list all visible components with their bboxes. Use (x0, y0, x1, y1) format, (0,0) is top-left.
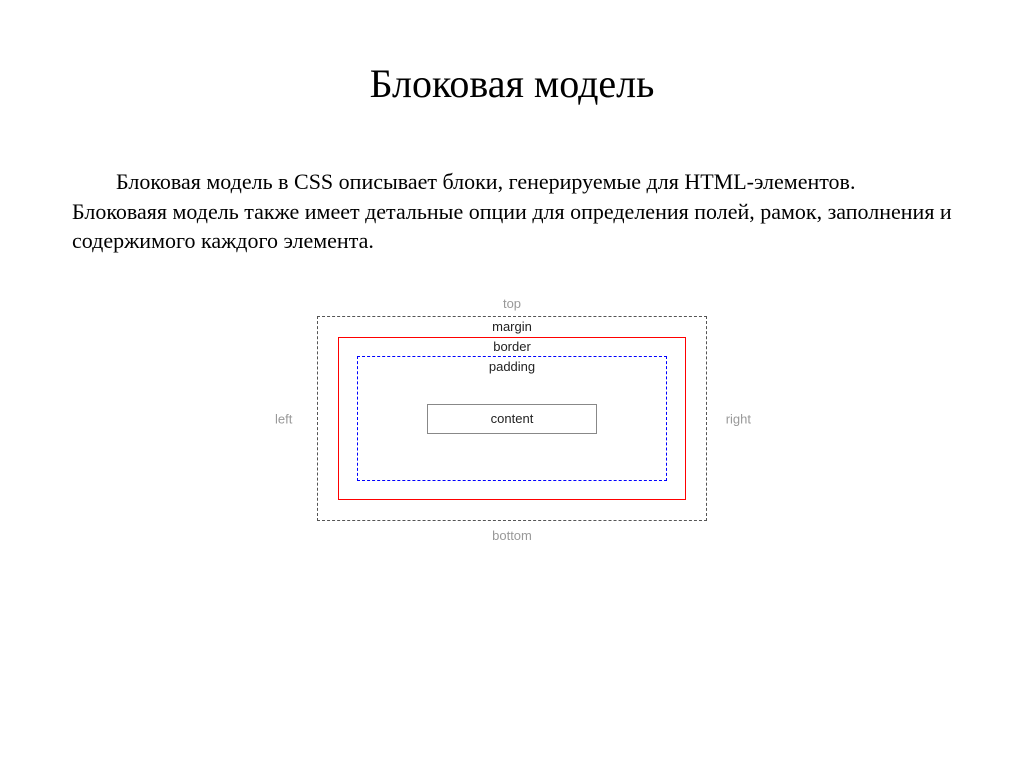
label-border: border (493, 339, 531, 354)
margin-box: margin border padding content (317, 316, 707, 521)
label-left: left (275, 411, 292, 426)
label-margin: margin (492, 319, 532, 334)
box-model-diagram: top bottom left right margin border padd… (70, 316, 954, 526)
padding-box: padding content (357, 356, 667, 481)
slide-title: Блоковая модель (70, 60, 954, 107)
slide-body-text: Блоковая модель в CSS описывает блоки, г… (72, 167, 952, 256)
label-right: right (726, 411, 751, 426)
label-top: top (503, 296, 521, 311)
label-padding: padding (489, 359, 535, 374)
label-content: content (491, 411, 534, 426)
content-box: content (427, 404, 597, 434)
label-bottom: bottom (492, 528, 532, 543)
border-box: border padding content (338, 337, 686, 500)
